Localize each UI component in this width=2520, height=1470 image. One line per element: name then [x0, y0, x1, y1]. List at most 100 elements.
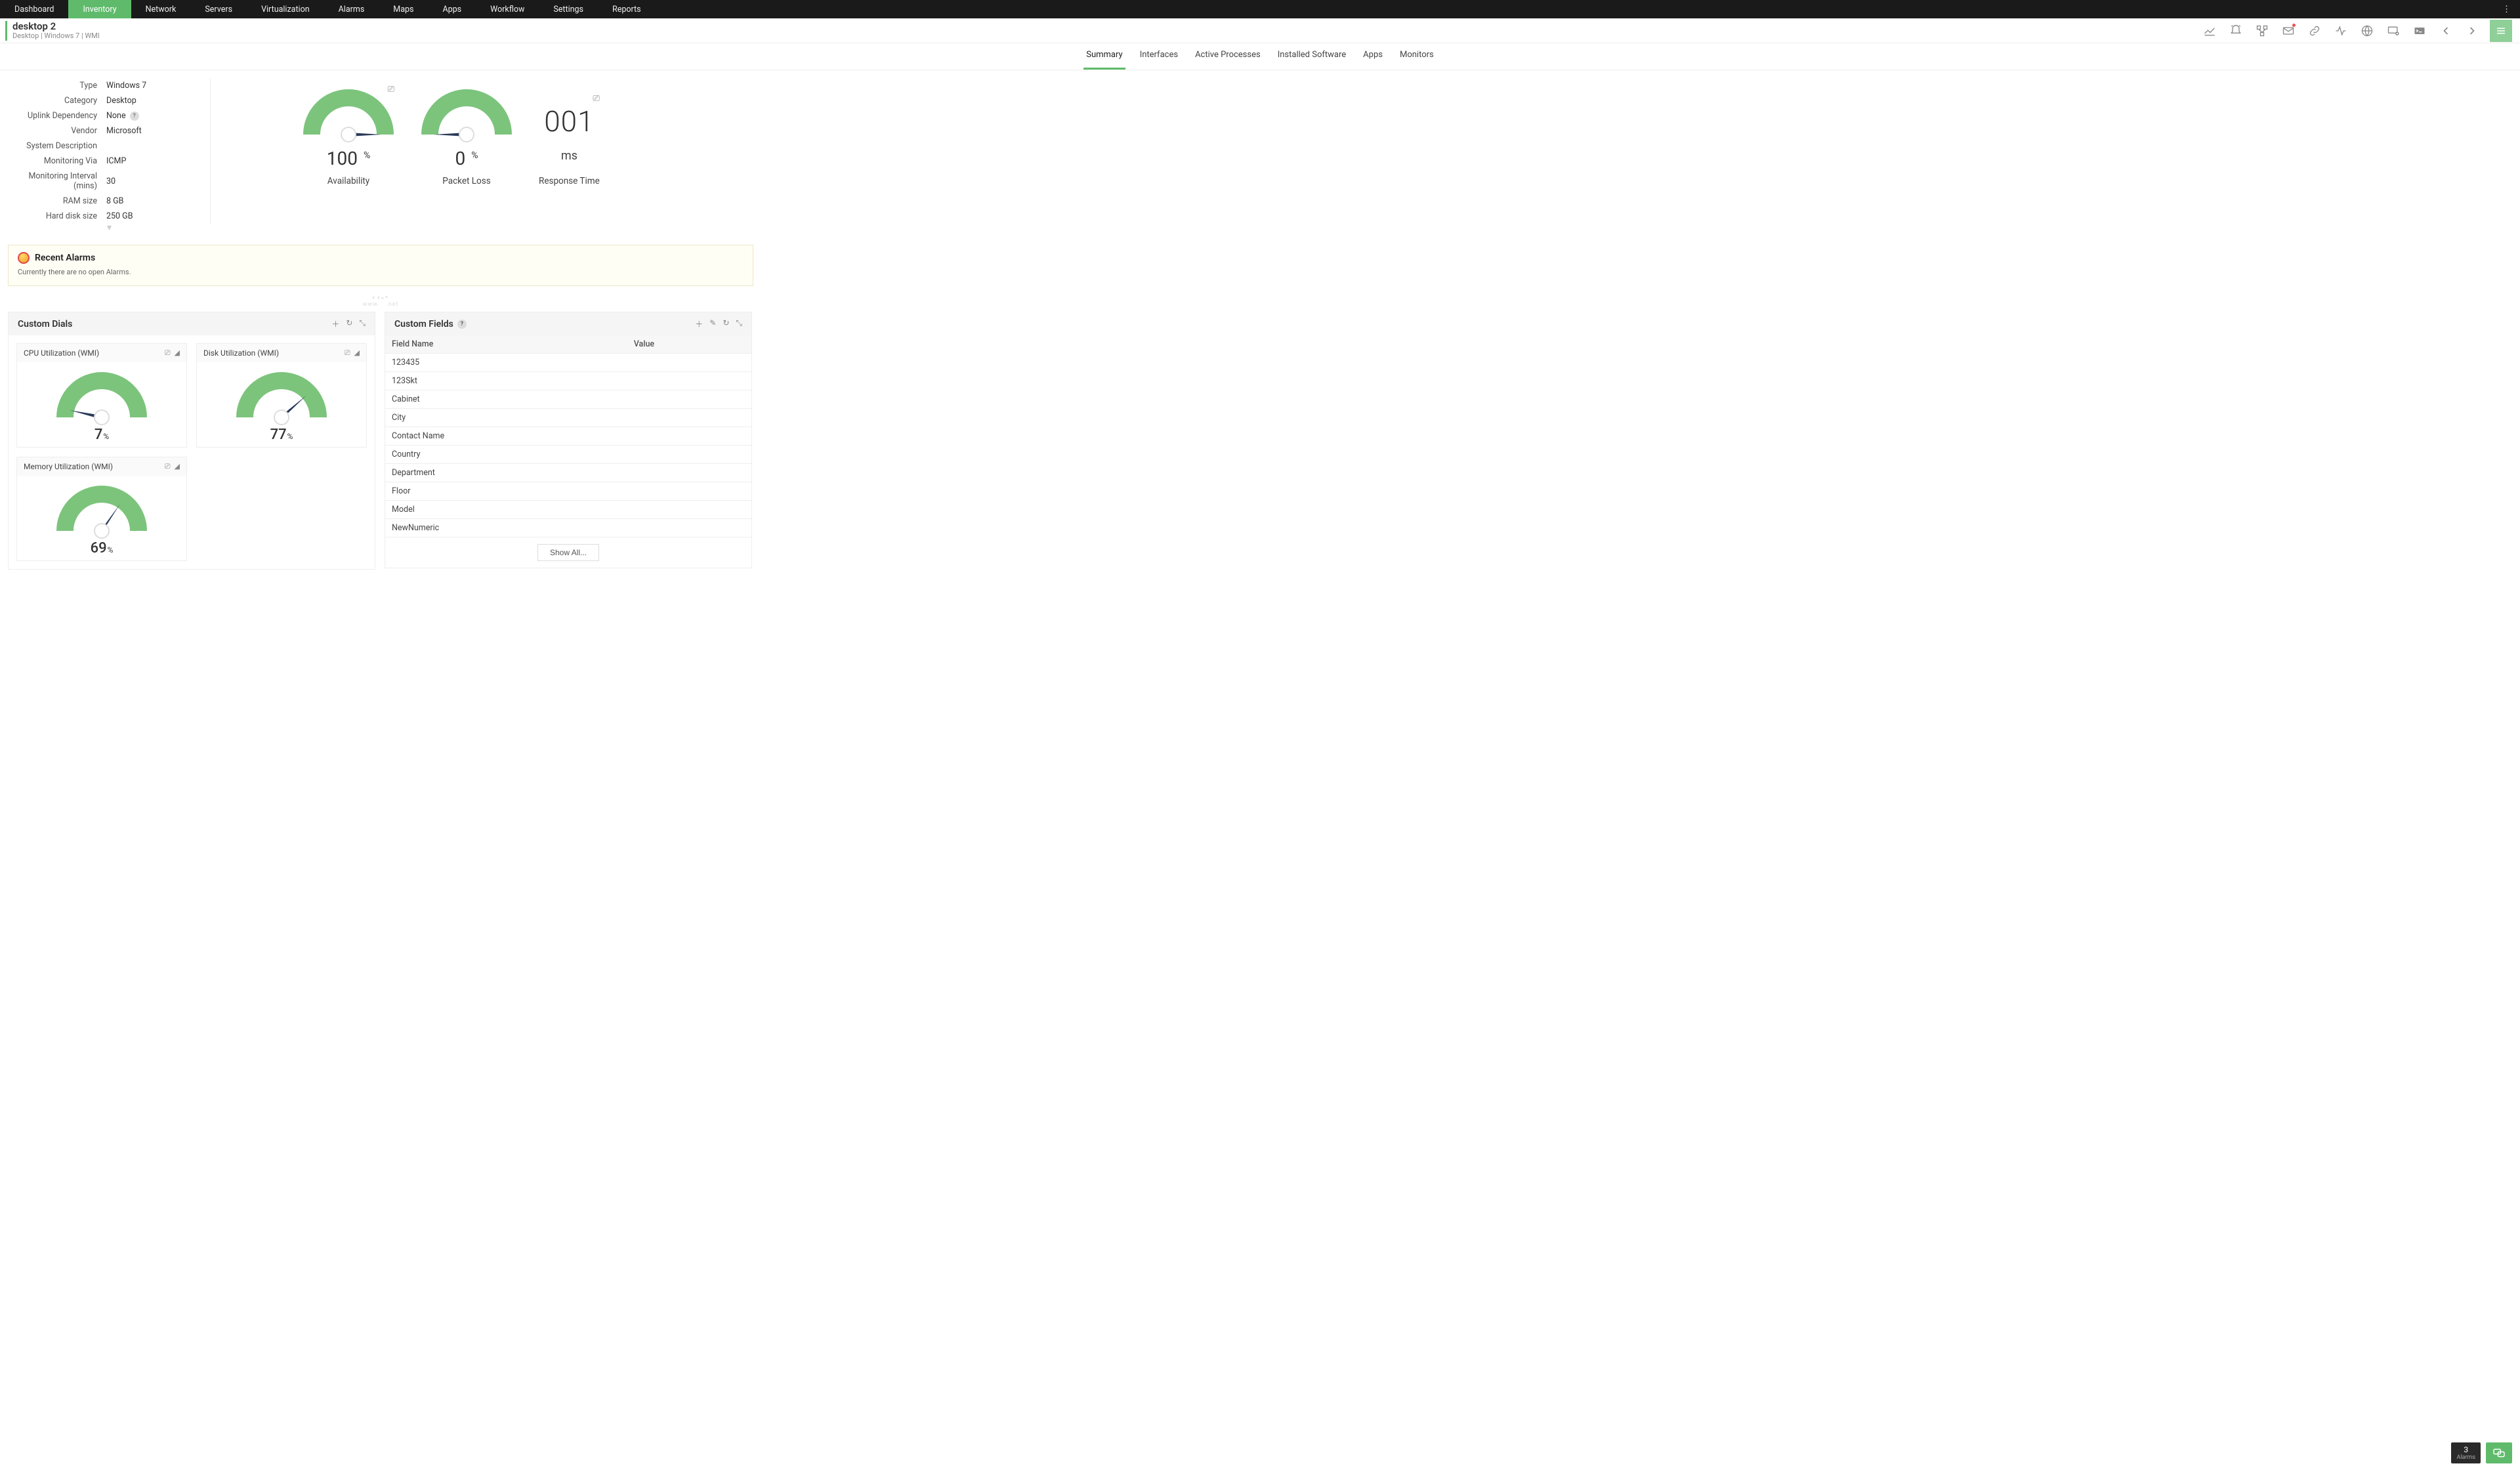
- table-cell: City: [385, 409, 627, 427]
- response-time-label: Response Time: [539, 176, 600, 186]
- nav-workflow[interactable]: Workflow: [476, 0, 539, 18]
- custom-fields-card: Custom Fields ? ＋ ✎ ↻ ⤡ Field NameValue …: [385, 312, 752, 568]
- terminal-icon[interactable]: [2411, 22, 2428, 39]
- dial-config-icon[interactable]: ⎚: [165, 462, 171, 471]
- chat-button[interactable]: [2486, 1442, 2512, 1463]
- table-row[interactable]: Floor: [385, 482, 751, 501]
- refresh-dials-icon[interactable]: ↻: [346, 318, 352, 329]
- nav-alarms[interactable]: Alarms: [324, 0, 379, 18]
- topology-icon[interactable]: [2254, 22, 2271, 39]
- chevron-right-icon[interactable]: [2464, 22, 2481, 39]
- expand-caret-icon[interactable]: ▾: [8, 222, 211, 233]
- monitor-x-icon[interactable]: [2385, 22, 2402, 39]
- mail-icon[interactable]: [2280, 22, 2297, 39]
- nav-apps[interactable]: Apps: [428, 0, 476, 18]
- spec-row: Hard disk size250 GB: [8, 209, 198, 224]
- menu-button[interactable]: [2490, 20, 2512, 42]
- table-row[interactable]: Cabinet: [385, 390, 751, 409]
- alarm-bell-icon: [18, 252, 30, 264]
- help-icon[interactable]: ?: [130, 112, 139, 121]
- table-row[interactable]: Department: [385, 464, 751, 482]
- device-tabs: Summary Interfaces Active Processes Install…: [0, 43, 2520, 70]
- watermark: ◐◑◒◓www. .net: [8, 294, 753, 308]
- header-toolbar: [2201, 20, 2512, 42]
- nav-dashboard[interactable]: Dashboard: [0, 0, 68, 18]
- response-time-value: 001: [539, 104, 600, 138]
- tab-apps[interactable]: Apps: [1360, 43, 1385, 70]
- packet-loss-gauge: 0 % Packet Loss: [421, 89, 513, 186]
- table-row[interactable]: City: [385, 409, 751, 427]
- accent-bar: [5, 21, 7, 41]
- tab-installed-software[interactable]: Installed Software: [1275, 43, 1349, 70]
- nav-settings[interactable]: Settings: [539, 0, 598, 18]
- dial-chart-icon[interactable]: ◢: [175, 462, 180, 471]
- refresh-fields-icon[interactable]: ↻: [723, 318, 729, 329]
- table-cell: Department: [385, 464, 627, 482]
- dial-title: Memory Utilization (WMI): [24, 462, 113, 471]
- custom-dials-card: Custom Dials ＋ ↻ ⤡ CPU Utilization (WMI)…: [8, 312, 375, 570]
- dial-chart-icon[interactable]: ◢: [354, 348, 360, 358]
- fields-help-icon[interactable]: ?: [457, 320, 467, 329]
- alarm-count-badge[interactable]: 3 Alarms: [2451, 1442, 2481, 1463]
- nav-maps[interactable]: Maps: [379, 0, 428, 18]
- spec-label: Monitoring Interval (mins): [8, 171, 106, 191]
- table-row[interactable]: Country: [385, 446, 751, 464]
- add-field-icon[interactable]: ＋: [695, 318, 703, 329]
- tab-monitors[interactable]: Monitors: [1397, 43, 1437, 70]
- nav-reports[interactable]: Reports: [598, 0, 656, 18]
- spec-label: System Description: [8, 141, 106, 151]
- link-icon[interactable]: [2306, 22, 2323, 39]
- recent-alarms-empty: Currently there are no open Alarms.: [18, 268, 744, 276]
- dial-config-icon[interactable]: ⎚: [165, 348, 171, 358]
- table-cell: Floor: [385, 482, 627, 501]
- table-cell: Cabinet: [385, 390, 627, 409]
- recent-alarms-title: Recent Alarms: [35, 253, 95, 263]
- table-cell: [627, 390, 751, 409]
- dial-chart-icon[interactable]: ◢: [175, 348, 180, 358]
- spec-label: Vendor: [8, 126, 106, 136]
- table-row[interactable]: 123435: [385, 354, 751, 372]
- table-row[interactable]: 123Skt: [385, 372, 751, 390]
- tab-interfaces[interactable]: Interfaces: [1137, 43, 1181, 70]
- table-row[interactable]: Contact Name: [385, 427, 751, 446]
- dial-config-icon[interactable]: ⎚: [345, 348, 350, 358]
- nav-servers[interactable]: Servers: [190, 0, 247, 18]
- table-cell: [627, 409, 751, 427]
- more-menu-icon[interactable]: ⋮: [2498, 0, 2515, 18]
- bell-alert-icon[interactable]: [2227, 22, 2244, 39]
- spec-row: CategoryDesktop: [8, 93, 198, 108]
- nav-inventory[interactable]: Inventory: [68, 0, 131, 18]
- device-header: desktop 2 Desktop | Windows 7 | WMI: [0, 18, 2520, 43]
- table-row[interactable]: NewNumeric: [385, 519, 751, 537]
- collapse-dials-icon[interactable]: ⤡: [359, 318, 366, 329]
- tab-active-processes[interactable]: Active Processes: [1192, 43, 1263, 70]
- chart-icon[interactable]: [2201, 22, 2218, 39]
- custom-fields-table: Field NameValue 123435123SktCabinetCityC…: [385, 335, 751, 537]
- spec-row: TypeWindows 7: [8, 78, 198, 93]
- table-cell: [627, 354, 751, 372]
- activity-icon[interactable]: [2332, 22, 2349, 39]
- spec-row: VendorMicrosoft: [8, 123, 198, 138]
- globe-icon[interactable]: [2359, 22, 2376, 39]
- add-dial-icon[interactable]: ＋: [331, 318, 339, 329]
- spec-row: System Description: [8, 138, 198, 154]
- spec-label: Category: [8, 96, 106, 106]
- nav-virtualization[interactable]: Virtualization: [247, 0, 324, 18]
- edit-fields-icon[interactable]: ✎: [709, 318, 716, 329]
- table-row[interactable]: Model: [385, 501, 751, 519]
- spec-value: 30: [106, 171, 198, 191]
- spec-value: Microsoft: [106, 126, 198, 136]
- nav-network[interactable]: Network: [131, 0, 191, 18]
- dial-title: Disk Utilization (WMI): [203, 348, 279, 358]
- table-cell: NewNumeric: [385, 519, 627, 537]
- collapse-fields-icon[interactable]: ⤡: [736, 318, 742, 329]
- table-cell: 123Skt: [385, 372, 627, 390]
- table-cell: [627, 446, 751, 464]
- spec-label: Uplink Dependency: [8, 111, 106, 121]
- spec-row: RAM size8 GB: [8, 194, 198, 209]
- tab-summary[interactable]: Summary: [1083, 43, 1125, 70]
- response-settings-icon[interactable]: ⎚: [593, 94, 599, 104]
- show-all-button[interactable]: Show All...: [537, 544, 599, 561]
- top-nav: DashboardInventoryNetworkServersVirtuali…: [0, 0, 2520, 18]
- chevron-left-icon[interactable]: [2437, 22, 2454, 39]
